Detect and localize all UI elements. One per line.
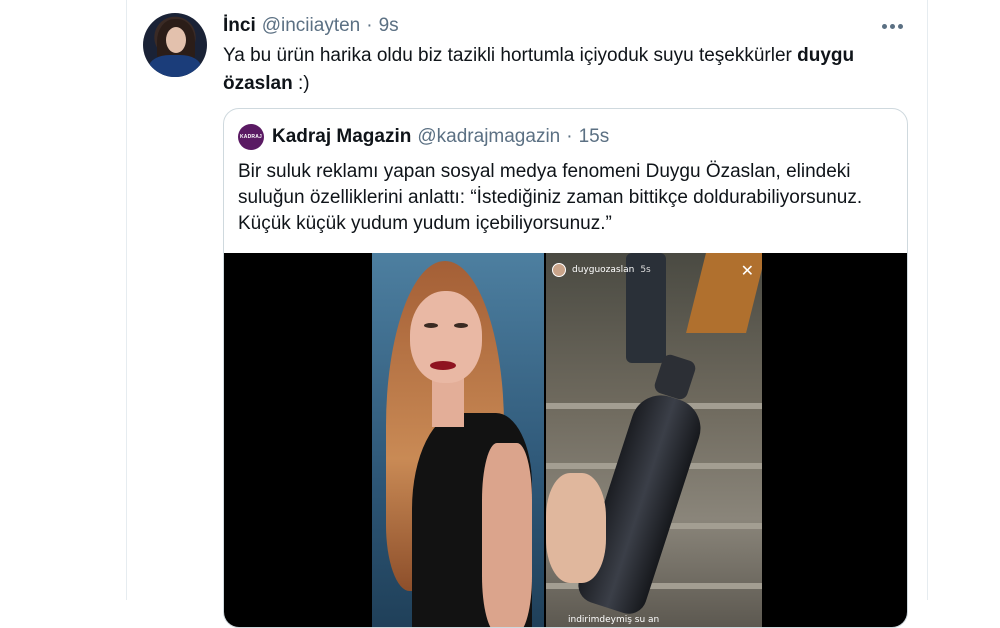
quoted-tweet-header: KADRAJ Kadraj Magazin @kadrajmagazin · 1… <box>238 123 609 151</box>
avatar-face <box>166 27 186 53</box>
story-username: duyguozaslan <box>572 265 635 275</box>
portrait-eye <box>424 323 438 328</box>
avatar-shoulders <box>149 55 201 77</box>
more-horizontal-icon[interactable] <box>879 18 905 34</box>
quoted-media[interactable]: duyguozaslan 5s ✕ indirimdeymiş su an <box>224 253 907 627</box>
quoted-avatar-text: KADRAJ <box>239 134 263 140</box>
close-icon: ✕ <box>740 261 754 280</box>
tweet-text-after: :) <box>292 73 310 94</box>
quoted-separator: · <box>566 126 573 147</box>
tweet-separator: · <box>366 15 373 36</box>
media-photo-portrait <box>372 253 544 627</box>
quoted-time[interactable]: 15s <box>579 126 610 148</box>
user-avatar[interactable] <box>143 13 207 77</box>
portrait-lips <box>430 361 456 370</box>
more-dot <box>881 23 887 29</box>
story-caption: indirimdeymiş su an <box>568 615 660 625</box>
story-avatar <box>552 263 566 277</box>
quoted-display-name[interactable]: Kadraj Magazin <box>272 126 411 148</box>
tweet-text-before: Ya bu ürün harika oldu biz tazikli hortu… <box>223 45 798 66</box>
story-time: 5s <box>640 265 651 275</box>
tweet-display-name[interactable]: İnci <box>223 15 256 37</box>
more-dot <box>889 23 895 29</box>
quoted-avatar[interactable]: KADRAJ <box>238 124 264 150</box>
quoted-tweet-text: Bir suluk reklamı yapan sosyal medya fen… <box>238 161 863 234</box>
portrait-arm <box>482 443 532 627</box>
tweet-text: Ya bu ürün harika oldu biz tazikli hortu… <box>223 42 913 98</box>
more-dot <box>897 23 903 29</box>
quoted-handle[interactable]: @kadrajmagazin <box>417 126 560 148</box>
portrait-eye <box>454 323 468 328</box>
story-header: duyguozaslan 5s <box>552 263 651 277</box>
media-photo-story: duyguozaslan 5s ✕ indirimdeymiş su an <box>546 253 762 627</box>
story-hand <box>546 473 606 583</box>
quoted-tweet[interactable]: KADRAJ Kadraj Magazin @kadrajmagazin · 1… <box>223 108 908 628</box>
portrait-neck <box>432 377 464 427</box>
tweet-header: İnci @inciiayten · 9s <box>223 14 907 38</box>
timeline-column: İnci @inciiayten · 9s Ya bu ürün harika … <box>126 0 928 628</box>
tweet-time[interactable]: 9s <box>379 15 399 37</box>
tweet-handle[interactable]: @inciiayten <box>262 15 361 37</box>
